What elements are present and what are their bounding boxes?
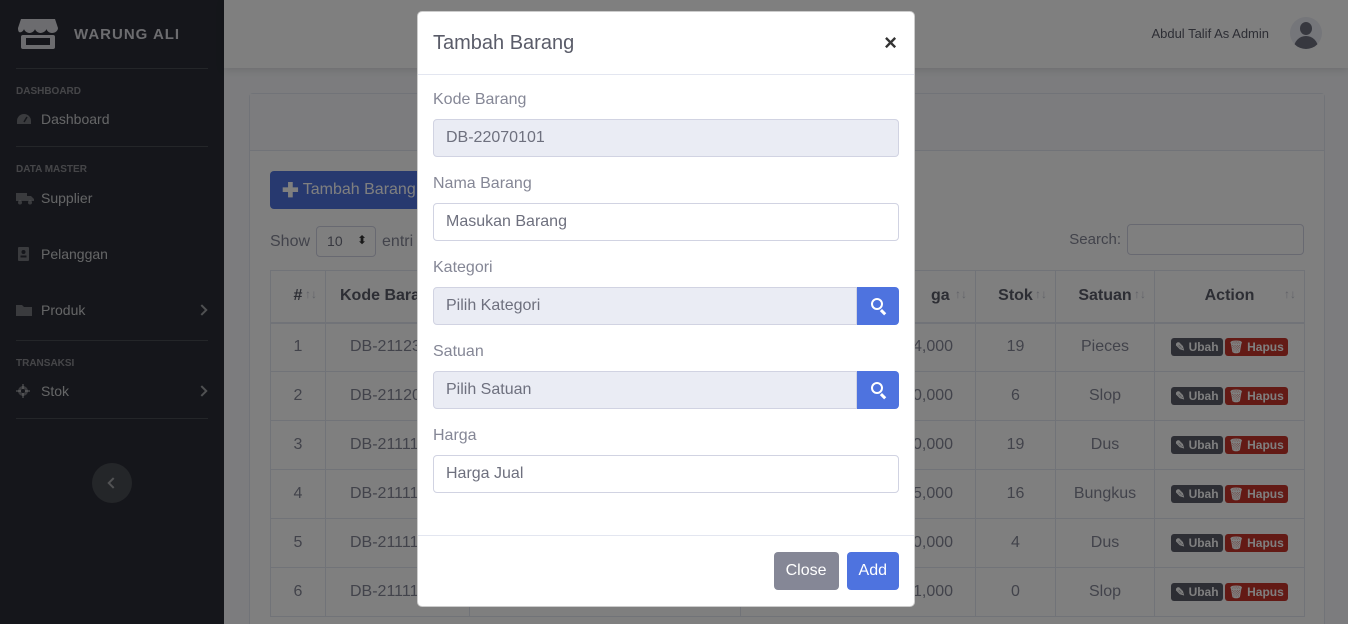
add-button[interactable]: Add	[846, 552, 899, 590]
form-group-nama: Nama Barang Masukan Barang	[433, 175, 899, 241]
modal-footer: Close Add	[418, 535, 914, 606]
kode-field[interactable]: DB-22070101	[433, 119, 899, 157]
search-icon	[871, 382, 883, 394]
close-button[interactable]: Close	[773, 552, 839, 590]
search-icon	[871, 298, 883, 310]
satuan-label: Satuan	[433, 343, 484, 360]
harga-placeholder: Harga Jual	[446, 465, 524, 482]
modal-title: Tambah Barang	[433, 31, 575, 54]
kode-label: Kode Barang	[433, 91, 527, 108]
kategori-search-button[interactable]	[857, 287, 899, 325]
kode-value: DB-22070101	[446, 129, 545, 146]
kategori-label: Kategori	[433, 259, 493, 276]
form-group-kode: Kode Barang DB-22070101	[433, 91, 899, 157]
nama-field[interactable]: Masukan Barang	[433, 203, 899, 241]
close-icon[interactable]: ×	[882, 30, 899, 56]
harga-field[interactable]: Harga Jual	[433, 455, 899, 493]
form-group-kategori: Kategori Pilih Kategori	[433, 259, 899, 325]
form-group-harga: Harga Harga Jual	[433, 427, 899, 493]
modal-header: Tambah Barang ×	[418, 12, 914, 75]
kategori-input-group: Pilih Kategori	[433, 287, 899, 325]
satuan-search-button[interactable]	[857, 371, 899, 409]
modal-body: Kode Barang DB-22070101 Nama Barang Masu…	[418, 75, 914, 493]
nama-placeholder: Masukan Barang	[446, 213, 567, 230]
satuan-input-group: Pilih Satuan	[433, 371, 899, 409]
satuan-field[interactable]: Pilih Satuan	[433, 371, 857, 409]
kategori-field[interactable]: Pilih Kategori	[433, 287, 857, 325]
form-group-satuan: Satuan Pilih Satuan	[433, 343, 899, 409]
add-item-modal: Tambah Barang × Kode Barang DB-22070101 …	[417, 11, 915, 607]
satuan-placeholder: Pilih Satuan	[446, 381, 532, 398]
harga-label: Harga	[433, 427, 477, 444]
kategori-placeholder: Pilih Kategori	[446, 297, 541, 314]
nama-label: Nama Barang	[433, 175, 532, 192]
